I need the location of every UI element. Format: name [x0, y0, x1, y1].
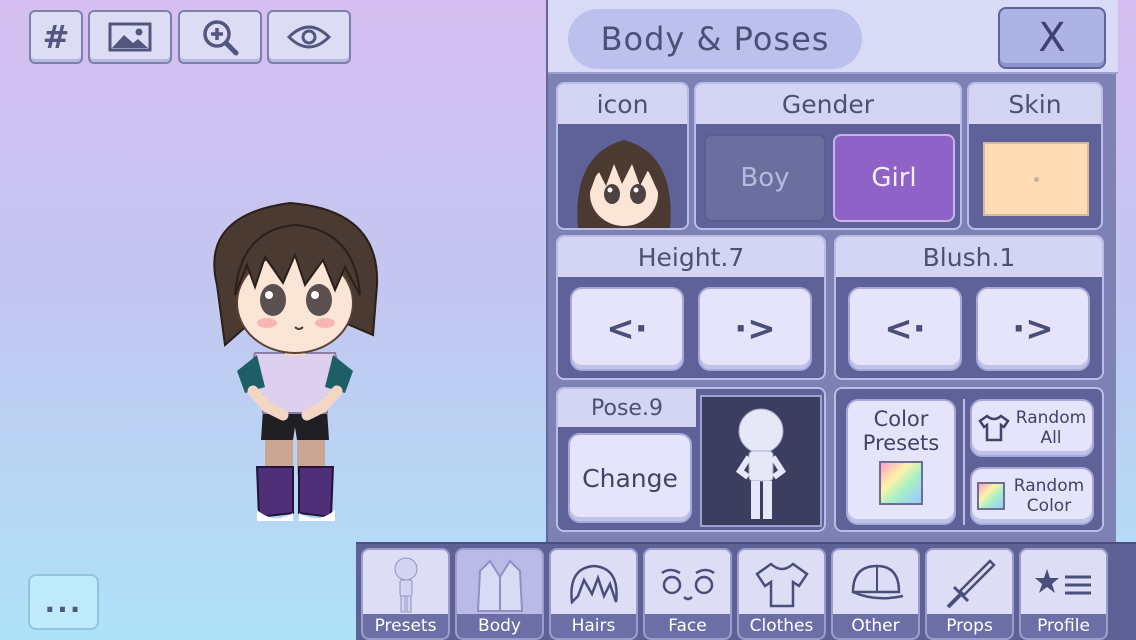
random-color-label: Random Color	[1013, 476, 1085, 516]
pose-title: Pose.9	[558, 389, 696, 427]
close-button[interactable]: X	[998, 7, 1106, 69]
character-preview[interactable]	[195, 195, 395, 530]
gender-option-boy[interactable]: Boy	[704, 134, 826, 222]
chevron-left-icon: <·	[606, 309, 648, 349]
blush-title: Blush.1	[836, 237, 1102, 277]
chevron-right-icon: ·>	[734, 309, 776, 349]
random-color-button[interactable]: Random Color	[970, 467, 1094, 525]
icon-card: icon	[556, 82, 689, 230]
tab-hairs[interactable]: Hairs	[549, 548, 638, 640]
face-icon	[660, 568, 715, 601]
tab-label: Hairs	[551, 614, 636, 638]
blush-card: Blush.1 <· ·>	[834, 235, 1104, 380]
tab-presets[interactable]: Presets	[361, 548, 450, 640]
tab-label: Face	[645, 614, 730, 638]
card-divider	[963, 399, 965, 525]
gender-title: Gender	[696, 84, 960, 124]
skin-title: Skin	[969, 84, 1101, 124]
tab-label: Body	[457, 614, 542, 638]
panel-header: Body & Poses X	[548, 0, 1118, 74]
tab-label: Presets	[363, 614, 448, 638]
blush-decrease-button[interactable]: <·	[848, 287, 962, 371]
bottom-tab-bar: Presets Body Hairs Face Clothes Other Pr…	[356, 542, 1136, 640]
tab-other[interactable]: Other	[831, 548, 920, 640]
pose-change-button[interactable]: Change	[568, 433, 692, 523]
ellipsis-label: ...	[44, 585, 83, 619]
skin-color-swatch[interactable]	[983, 142, 1089, 216]
change-label: Change	[582, 463, 678, 493]
height-decrease-button[interactable]: <·	[570, 287, 684, 371]
tab-label: Props	[927, 614, 1012, 638]
zoom-in-icon	[203, 20, 239, 56]
height-increase-button[interactable]: ·>	[698, 287, 812, 371]
color-presets-label: Color Presets	[862, 407, 940, 455]
hash-icon: #	[42, 18, 70, 56]
gradient-swatch-icon	[977, 482, 1005, 510]
skin-card: Skin	[967, 82, 1103, 230]
gender-card: Gender Boy Girl	[694, 82, 962, 230]
swatch-dot	[1033, 176, 1039, 182]
random-all-button[interactable]: Random All	[970, 399, 1094, 457]
background-button[interactable]	[88, 10, 172, 64]
grid-button[interactable]: #	[29, 10, 83, 64]
panel-title: Body & Poses	[568, 9, 862, 69]
body-jacket-icon	[476, 559, 523, 612]
cap-icon	[851, 564, 903, 600]
preset-figure-icon	[394, 557, 417, 613]
character-portrait-icon[interactable]	[572, 134, 676, 228]
tab-profile[interactable]: Profile	[1019, 548, 1108, 640]
tab-clothes[interactable]: Clothes	[737, 548, 826, 640]
height-card: Height.7 <· ·>	[556, 235, 826, 380]
shirt-icon	[754, 562, 809, 608]
tab-face[interactable]: Face	[643, 548, 732, 640]
chevron-left-icon: <·	[884, 309, 926, 349]
zoom-button[interactable]	[178, 10, 262, 64]
body-poses-panel: Body & Poses X icon Gender Boy Girl Skin…	[546, 0, 1118, 545]
image-icon	[108, 22, 152, 52]
tab-body[interactable]: Body	[455, 548, 544, 640]
pose-card: Pose.9 Change	[556, 387, 826, 532]
color-presets-button[interactable]: Color Presets	[846, 399, 956, 525]
hair-icon	[569, 564, 618, 605]
tab-label: Other	[833, 614, 918, 638]
shirt-icon	[978, 414, 1010, 442]
gender-option-girl[interactable]: Girl	[833, 134, 955, 222]
more-options-button[interactable]: ...	[28, 574, 99, 630]
gradient-swatch-icon	[879, 461, 923, 505]
tab-label: Profile	[1021, 614, 1106, 638]
pose-silhouette-icon	[735, 408, 787, 519]
icon-title: icon	[558, 84, 687, 124]
blush-increase-button[interactable]: ·>	[976, 287, 1090, 371]
chevron-right-icon: ·>	[1012, 309, 1054, 349]
star-list-icon	[1034, 569, 1091, 595]
pose-preview	[700, 395, 822, 527]
color-random-card: Color Presets Random All Random Color	[834, 387, 1104, 532]
random-all-label: Random All	[1015, 408, 1087, 448]
eye-icon	[286, 25, 332, 49]
tab-props[interactable]: Props	[925, 548, 1014, 640]
height-title: Height.7	[558, 237, 824, 277]
sword-icon	[946, 559, 996, 609]
view-button[interactable]	[267, 10, 351, 64]
tab-label: Clothes	[739, 614, 824, 638]
